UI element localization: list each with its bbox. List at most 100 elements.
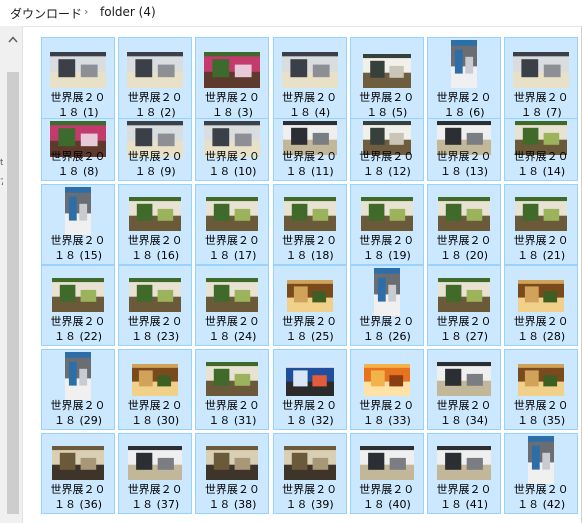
file-name-line1: 世界展２０ (127, 483, 183, 496)
file-tile[interactable]: 世界展２０ １８ (15) (41, 184, 115, 265)
chevron-up-icon[interactable] (5, 32, 20, 46)
file-name-line1: 世界展２０ (282, 399, 338, 412)
file-tile[interactable]: 世界展２０ １８ (27) (427, 265, 501, 346)
photo-thumbnail (286, 280, 333, 312)
file-name-line1: 世界展２０ (436, 483, 492, 496)
photo-thumbnail (373, 268, 400, 316)
photo-thumbnail (65, 187, 91, 235)
file-name-line2: １８ (14) (517, 165, 566, 178)
file-name-line1: 世界展２０ (513, 91, 569, 104)
file-name-line2: １８ (37) (131, 498, 180, 511)
file-tile[interactable]: 世界展２０ １８ (16) (118, 184, 193, 265)
file-tile[interactable]: 世界展２０ １８ (1) (41, 37, 115, 122)
file-name-line1: 世界展２０ (359, 234, 415, 247)
file-tile[interactable]: 世界展２０ １８ (32) (272, 349, 347, 430)
photo-thumbnail (362, 54, 411, 88)
file-tile[interactable]: 世界展２０ １８ (18) (272, 184, 347, 265)
file-name-line1: 世界展２０ (513, 315, 569, 328)
file-name-line2: １８ (18) (285, 249, 334, 262)
file-name-line1: 世界展２０ (50, 150, 106, 163)
file-tile[interactable]: 世界展２０ １８ (40) (349, 433, 424, 514)
file-tile[interactable]: 世界展２０ １８ (33) (349, 349, 424, 430)
photo-thumbnail (206, 278, 259, 312)
photo-thumbnail (437, 446, 491, 480)
file-tile[interactable]: 世界展２０ １８ (10) (195, 118, 270, 181)
photo-thumbnail (518, 280, 565, 312)
file-tile[interactable]: 世界展２０ １８ (4) (272, 37, 347, 122)
file-name-line2: １８ (41) (439, 498, 489, 511)
file-name-line2: １８ (9) (134, 165, 176, 178)
breadcrumb: ダウンロード › folder (4) (0, 0, 582, 27)
file-name-line1: 世界展２０ (359, 91, 415, 104)
file-tile[interactable]: 世界展２０ １８ (7) (504, 37, 579, 122)
file-tile[interactable]: 世界展２０ １８ (37) (118, 433, 193, 514)
vertical-scrollbar[interactable] (3, 26, 23, 523)
file-name-line1: 世界展２０ (513, 150, 569, 163)
file-tile[interactable]: 世界展２０ １８ (26) (349, 265, 424, 346)
breadcrumb-current-folder[interactable]: folder (4) (100, 5, 156, 19)
file-tile[interactable]: 世界展２０ １８ (13) (427, 118, 501, 181)
file-tile[interactable]: 世界展２０ １８ (23) (118, 265, 193, 346)
file-tile[interactable]: 世界展２０ １８ (29) (41, 349, 115, 430)
file-name-line1: 世界展２０ (50, 483, 106, 496)
file-name-line1: 世界展２０ (436, 150, 492, 163)
file-tile[interactable]: 世界展２０ １８ (9) (118, 118, 193, 181)
photo-thumbnail (281, 52, 338, 88)
file-tile[interactable]: 世界展２０ １８ (24) (195, 265, 270, 346)
file-name-line2: １８ (21) (517, 249, 566, 262)
file-name-line2: １８ (39) (285, 498, 334, 511)
file-tile[interactable]: 世界展２０ １８ (22) (41, 265, 115, 346)
file-grid: 世界展２０ １８ (1) 世界展２０ １８ (2) 世界展２０ １８ (3) 世界展２０ １８… (23, 27, 581, 522)
file-tile[interactable]: 世界展２０ １８ (30) (118, 349, 193, 430)
file-tile[interactable]: 世界展２０ １８ (36) (41, 433, 115, 514)
file-tile[interactable]: 世界展２０ １８ (8) (41, 118, 115, 181)
file-tile[interactable]: 世界展２０ １８ (14) (504, 118, 579, 181)
file-name-line2: １８ (24) (208, 330, 257, 343)
file-name-line2: １８ (20) (439, 249, 489, 262)
photo-thumbnail (132, 364, 179, 396)
breadcrumb-separator-icon: › (84, 5, 89, 18)
file-tile[interactable]: 世界展２０ １８ (3) (195, 37, 270, 122)
file-tile[interactable]: 世界展２０ １８ (41) (427, 433, 501, 514)
file-name-line1: 世界展２０ (513, 399, 569, 412)
photo-thumbnail (52, 278, 104, 312)
file-tile[interactable]: 世界展２０ １８ (5) (349, 37, 424, 122)
file-tile[interactable]: 世界展２０ １８ (6) (427, 37, 501, 122)
file-tile[interactable]: 世界展２０ １８ (2) (118, 37, 193, 122)
photo-thumbnail (283, 197, 336, 231)
file-name-line1: 世界展２０ (282, 91, 338, 104)
file-tile[interactable]: 世界展２０ １８ (34) (427, 349, 501, 430)
file-tile[interactable]: 世界展２０ １８ (39) (272, 433, 347, 514)
file-tile[interactable]: 世界展２０ １８ (35) (504, 349, 579, 430)
file-name-line2: １８ (16) (131, 249, 180, 262)
file-tile[interactable]: 世界展２０ １８ (21) (504, 184, 579, 265)
file-name-line2: １８ (10) (208, 165, 257, 178)
file-tile[interactable]: 世界展２０ １８ (12) (349, 118, 424, 181)
breadcrumb-downloads[interactable]: ダウンロード (10, 5, 82, 22)
file-name-line1: 世界展２０ (513, 483, 569, 496)
file-tile[interactable]: 世界展２０ １８ (25) (272, 265, 347, 346)
file-name-line1: 世界展２０ (359, 150, 415, 163)
photo-thumbnail (515, 197, 568, 231)
file-name-line1: 世界展２０ (127, 399, 183, 412)
photo-thumbnail (206, 197, 259, 231)
photo-thumbnail (129, 278, 182, 312)
file-name-line1: 世界展２０ (204, 483, 260, 496)
file-name-line1: 世界展２０ (436, 91, 492, 104)
scrollbar-thumb[interactable] (7, 72, 19, 514)
file-tile[interactable]: 世界展２０ １８ (38) (195, 433, 270, 514)
file-name-line1: 世界展２０ (127, 315, 183, 328)
file-tile[interactable]: 世界展２０ １８ (19) (349, 184, 424, 265)
file-name-line1: 世界展２０ (204, 399, 260, 412)
file-name-line1: 世界展２０ (204, 315, 260, 328)
file-tile[interactable]: 世界展２０ １８ (20) (427, 184, 501, 265)
file-tile[interactable]: 世界展２０ １８ (17) (195, 184, 270, 265)
photo-thumbnail (437, 362, 491, 396)
file-tile[interactable]: 世界展２０ １８ (11) (272, 118, 347, 181)
photo-thumbnail (127, 52, 184, 88)
file-tile[interactable]: 世界展２０ １８ (42) (504, 433, 579, 514)
file-tile[interactable]: 世界展２０ １８ (31) (195, 349, 270, 430)
photo-thumbnail (65, 352, 91, 400)
photo-thumbnail (206, 446, 259, 480)
file-tile[interactable]: 世界展２０ １８ (28) (504, 265, 579, 346)
